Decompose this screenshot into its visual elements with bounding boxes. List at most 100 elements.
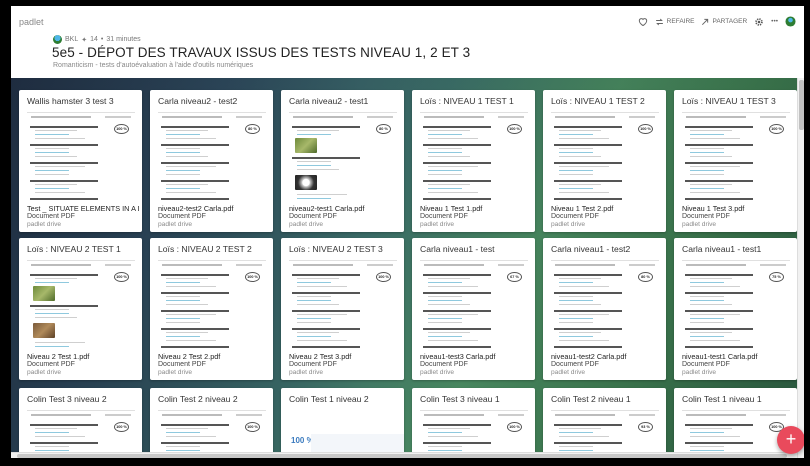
pdf-preview[interactable]: 75 % bbox=[682, 260, 790, 350]
attachment-type: Document PDF bbox=[27, 213, 75, 220]
like-button[interactable] bbox=[638, 17, 648, 26]
preview-text-line bbox=[428, 304, 470, 306]
padlet-logo[interactable]: padlet bbox=[19, 17, 44, 27]
post-card[interactable]: Carla niveau2 - test1 80 % niveau2-test1 C… bbox=[281, 90, 404, 232]
settings-button[interactable] bbox=[754, 17, 764, 27]
pdf-preview[interactable]: 80 % bbox=[551, 260, 659, 350]
post-card[interactable]: Colin Test 3 niveau 2 100 % bbox=[19, 388, 142, 458]
preview-text-line bbox=[428, 314, 478, 316]
vertical-scroll-thumb[interactable] bbox=[799, 80, 804, 130]
attachment-filename[interactable]: Test _ SITUATE ELEMENTS IN A DRAW... bbox=[27, 204, 139, 213]
post-card[interactable]: Carla niveau2 - test2 80 % niveau2-test2 C… bbox=[150, 90, 273, 232]
preview-text-line bbox=[166, 138, 216, 140]
preview-text-line bbox=[35, 174, 69, 176]
attachment-filename[interactable]: niveau1-test1 Carla.pdf bbox=[682, 352, 794, 361]
pdf-preview[interactable]: 100 % bbox=[420, 410, 528, 458]
preview-text-line bbox=[297, 296, 331, 298]
pdf-preview[interactable]: 100 % bbox=[27, 410, 135, 458]
pdf-preview[interactable]: 100 % bbox=[158, 410, 266, 458]
preview-text-line bbox=[423, 442, 491, 444]
post-card[interactable]: Loïs : NIVEAU 1 TEST 3 100 % Niveau 1 Test… bbox=[674, 90, 797, 232]
post-card[interactable]: Carla niveau1 - test 67 % niveau1-test3 Ca… bbox=[412, 238, 535, 380]
more-options-button[interactable]: ••• bbox=[771, 18, 778, 25]
preview-header-line bbox=[31, 414, 91, 416]
attachment-filename[interactable]: niveau2-test1 Carla.pdf bbox=[289, 204, 401, 213]
preview-text-line bbox=[559, 318, 593, 320]
preview-text-line bbox=[35, 317, 77, 319]
preview-text-line bbox=[30, 424, 98, 426]
author-name[interactable]: BKL bbox=[65, 36, 78, 43]
attachment-type: Document PDF bbox=[551, 361, 599, 368]
post-title: Colin Test 3 niveau 2 bbox=[27, 394, 107, 404]
preview-text-line bbox=[35, 152, 69, 154]
preview-header-line bbox=[162, 116, 222, 118]
pdf-preview[interactable]: 100 % bbox=[682, 112, 790, 202]
pdf-preview[interactable]: 100 % bbox=[158, 260, 266, 350]
preview-text-line bbox=[166, 130, 208, 132]
pdf-preview[interactable]: 100 % bbox=[289, 410, 404, 458]
attachment-filename[interactable]: niveau1-test2 Carla.pdf bbox=[551, 352, 663, 361]
post-card[interactable]: Loïs : NIVEAU 2 TEST 2 100 % Niveau 2 Test… bbox=[150, 238, 273, 380]
post-card[interactable]: Loïs : NIVEAU 1 TEST 1 100 % Niveau 1 Test… bbox=[412, 90, 535, 232]
pdf-preview[interactable]: 80 % bbox=[158, 112, 266, 202]
score-badge: 100 % bbox=[507, 124, 522, 134]
attachment-filename[interactable]: niveau1-test3 Carla.pdf bbox=[420, 352, 532, 361]
post-card[interactable]: Carla niveau1 - test1 75 % niveau1-test1 C… bbox=[674, 238, 797, 380]
preview-text-line bbox=[428, 322, 462, 324]
preview-header-line bbox=[289, 112, 397, 113]
preview-text-line bbox=[428, 296, 462, 298]
remake-button[interactable]: REFAIRE bbox=[655, 18, 694, 26]
post-card[interactable]: Wallis hamster 3 test 3 100 % Test _ SITUA… bbox=[19, 90, 142, 232]
pdf-preview[interactable]: 67 % bbox=[420, 260, 528, 350]
attachment-filename[interactable]: Niveau 1 Test 1.pdf bbox=[420, 204, 532, 213]
attachment-filename[interactable]: Niveau 2 Test 1.pdf bbox=[27, 352, 139, 361]
post-card[interactable]: Colin Test 1 niveau 2 100 % bbox=[281, 388, 404, 458]
pdf-preview[interactable]: 100 % bbox=[551, 112, 659, 202]
score-badge: 100 % bbox=[245, 272, 260, 282]
share-button[interactable]: PARTAGER bbox=[701, 18, 747, 26]
likes-icon: ✦ bbox=[81, 36, 88, 44]
post-card[interactable]: Carla niveau1 - test2 80 % niveau1-test2 C… bbox=[543, 238, 666, 380]
preview-text-line bbox=[35, 166, 85, 168]
preview-text-line bbox=[559, 134, 593, 136]
vertical-scrollbar[interactable] bbox=[797, 78, 804, 458]
horizontal-scroll-thumb[interactable] bbox=[17, 454, 787, 458]
padlet-board[interactable]: Wallis hamster 3 test 3 100 % Test _ SITUA… bbox=[11, 78, 797, 458]
preview-text-line bbox=[166, 332, 208, 334]
post-title: Loïs : NIVEAU 2 TEST 3 bbox=[289, 244, 383, 254]
preview-text-line bbox=[685, 162, 753, 164]
post-card[interactable]: Loïs : NIVEAU 2 TEST 3 100 % Niveau 2 Test… bbox=[281, 238, 404, 380]
preview-text-line bbox=[559, 184, 601, 186]
pdf-preview[interactable]: 80 % bbox=[289, 112, 397, 202]
preview-text-line bbox=[297, 161, 331, 163]
pdf-preview[interactable]: 100 % bbox=[420, 112, 528, 202]
pdf-preview[interactable]: 100 % bbox=[289, 260, 397, 350]
preview-text-line bbox=[166, 314, 216, 316]
post-card[interactable]: Loïs : NIVEAU 2 TEST 1 100 % Niveau 2 Test… bbox=[19, 238, 142, 380]
pdf-preview[interactable]: 100 % bbox=[27, 260, 135, 350]
preview-header-line bbox=[555, 116, 615, 118]
preview-text-line bbox=[690, 278, 732, 280]
attachment-filename[interactable]: niveau2-test2 Carla.pdf bbox=[158, 204, 270, 213]
preview-text-line bbox=[423, 198, 491, 200]
author-avatar[interactable] bbox=[53, 35, 62, 44]
preview-text-line bbox=[166, 278, 208, 280]
pdf-preview[interactable]: 93 % bbox=[551, 410, 659, 458]
post-title: Loïs : NIVEAU 2 TEST 2 bbox=[158, 244, 252, 254]
post-card[interactable]: Colin Test 3 niveau 1 100 % bbox=[412, 388, 535, 458]
preview-text-line bbox=[30, 180, 98, 182]
post-card[interactable]: Loïs : NIVEAU 1 TEST 2 100 % Niveau 1 Test… bbox=[543, 90, 666, 232]
preview-text-line bbox=[428, 138, 478, 140]
preview-text-line bbox=[559, 152, 593, 154]
pdf-preview[interactable]: 100 % bbox=[682, 410, 790, 458]
horizontal-scrollbar[interactable] bbox=[11, 452, 797, 458]
attachment-filename[interactable]: Niveau 1 Test 2.pdf bbox=[551, 204, 663, 213]
user-avatar-button[interactable] bbox=[785, 16, 796, 27]
post-card[interactable]: Colin Test 2 niveau 2 100 % bbox=[150, 388, 273, 458]
add-post-button[interactable]: + bbox=[777, 426, 804, 454]
attachment-filename[interactable]: Niveau 1 Test 3.pdf bbox=[682, 204, 794, 213]
attachment-filename[interactable]: Niveau 2 Test 2.pdf bbox=[158, 352, 270, 361]
pdf-preview[interactable]: 100 % bbox=[27, 112, 135, 202]
attachment-filename[interactable]: Niveau 2 Test 3.pdf bbox=[289, 352, 401, 361]
post-card[interactable]: Colin Test 2 niveau 1 93 % bbox=[543, 388, 666, 458]
